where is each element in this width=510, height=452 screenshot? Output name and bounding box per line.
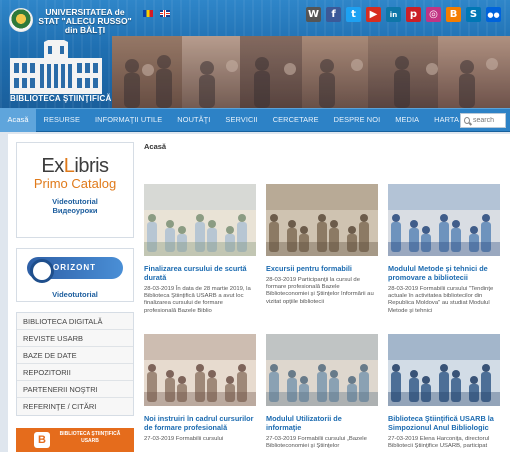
university-name[interactable]: UNIVERSITATEA de STAT "ALECU RUSSO" din … bbox=[36, 8, 134, 35]
nav-item-informa-ii-utile[interactable]: INFORMAŢII UTILE bbox=[87, 108, 169, 132]
sidebar-link[interactable]: REPOZITORII bbox=[17, 364, 133, 381]
nav-item-nout-i[interactable]: NOUTĂŢI bbox=[170, 108, 218, 132]
videotutorial-link[interactable]: Videotutorial bbox=[17, 197, 133, 206]
nav-item-home[interactable]: Acasă bbox=[0, 108, 37, 132]
sidebar-link[interactable]: REVISTE USARB bbox=[17, 330, 133, 347]
facebook-icon[interactable]: f bbox=[326, 7, 341, 22]
blogger-icon[interactable]: B bbox=[446, 7, 461, 22]
header-photo-banner bbox=[112, 36, 510, 108]
news-photo[interactable] bbox=[388, 184, 500, 256]
news-photo[interactable] bbox=[266, 184, 378, 256]
orizont-logo-text: ORIZONT bbox=[53, 263, 96, 272]
sidebar-links: BIBLIOTECA DIGITALĂ REVISTE USARB BAZE DE … bbox=[16, 312, 134, 416]
main-column: Acasă Finalizarea cursului de scurtă dur… bbox=[144, 142, 510, 449]
news-photo[interactable] bbox=[144, 184, 256, 256]
linkedin-icon[interactable]: in bbox=[386, 7, 401, 22]
banner-people-icon bbox=[112, 36, 510, 108]
nav-item-resurse[interactable]: RESURSE bbox=[36, 108, 87, 132]
news-excerpt: 28-03-2019 În data de 28 martie 2019, la… bbox=[144, 286, 251, 314]
search-icon[interactable] bbox=[464, 117, 470, 124]
youtube-icon[interactable]: ▶ bbox=[366, 7, 381, 22]
news-excerpt: 28-03-2019 Formabilii cursului "Tendinţe… bbox=[388, 286, 494, 314]
library-building-logo bbox=[10, 40, 102, 94]
slideshare-icon[interactable]: S bbox=[466, 7, 481, 22]
news-title[interactable]: Noi instruiri în cadrul cursurilor de fo… bbox=[144, 414, 256, 432]
sidebar-link[interactable]: BIBLIOTECA DIGITALĂ bbox=[17, 313, 133, 330]
library-title: BIBLIOTECA ŞTIINŢIFICĂ bbox=[10, 94, 112, 103]
blog-banner[interactable]: B BIBLIOTECA ŞTIINŢIFICĂ USARB bbox=[16, 428, 134, 452]
news-excerpt: 27-03-2019 Formabilii cursului „Bazele B… bbox=[266, 436, 367, 450]
university-logo[interactable] bbox=[9, 8, 33, 32]
site-header: UNIVERSITATEA de STAT "ALECU RUSSO" din … bbox=[0, 0, 510, 108]
blogger-icon: B bbox=[34, 432, 50, 448]
exlibris-catalog-banner[interactable]: ExLibris Primo Catalog Videotutorial Вид… bbox=[16, 142, 134, 238]
instagram-icon[interactable]: ◎ bbox=[426, 7, 441, 22]
main-navigation: Acasă RESURSE INFORMAŢII UTILE NOUTĂŢI SERVI… bbox=[0, 108, 510, 132]
sidebar-link[interactable]: PARTENERII NOŞTRI bbox=[17, 381, 133, 398]
news-title[interactable]: Finalizarea cursului de scurtă durată bbox=[144, 264, 256, 282]
videotutorial-ru-link[interactable]: Видеоуроки bbox=[17, 206, 133, 215]
flickr-icon[interactable]: ●● bbox=[486, 7, 501, 22]
news-excerpt: 28-03-2019 Participanţii la cursul de fo… bbox=[266, 277, 374, 305]
news-title[interactable]: Excursii pentru formabili bbox=[266, 264, 378, 273]
english-flag-icon[interactable] bbox=[160, 10, 171, 17]
twitter-icon[interactable]: t bbox=[346, 7, 361, 22]
nav-item-despre-noi[interactable]: DESPRE NOI bbox=[326, 108, 388, 132]
breadcrumb[interactable]: Acasă bbox=[144, 142, 510, 151]
orizont-catalog-banner[interactable]: ORIZONT Videotutorial bbox=[16, 248, 134, 302]
news-photo[interactable] bbox=[388, 334, 500, 406]
orizont-videotutorial-link[interactable]: Videotutorial bbox=[17, 290, 133, 299]
wikipedia-icon[interactable]: W bbox=[306, 7, 321, 22]
sidebar-link[interactable]: BAZE DE DATE bbox=[17, 347, 133, 364]
news-title[interactable]: Modulul Utilizatorii de informaţie bbox=[266, 414, 378, 432]
orizont-logo[interactable]: ORIZONT bbox=[27, 257, 123, 283]
nav-item-cercetare[interactable]: CERCETARE bbox=[265, 108, 326, 132]
blog-banner-text: BIBLIOTECA ŞTIINŢIFICĂ USARB bbox=[59, 431, 121, 444]
page-content: ExLibris Primo Catalog Videotutorial Вид… bbox=[8, 134, 510, 452]
primo-catalog-label[interactable]: Primo Catalog bbox=[17, 176, 133, 191]
search-input[interactable] bbox=[473, 117, 505, 124]
pinterest-icon[interactable]: p bbox=[406, 7, 421, 22]
news-title[interactable]: Biblioteca Ştiinţifică USARB la Simpozio… bbox=[388, 414, 500, 432]
news-photo[interactable] bbox=[266, 334, 378, 406]
social-icons: Wf t ▶ in p ◎ B S ●● bbox=[306, 7, 506, 22]
exlibris-logo[interactable]: ExLibris bbox=[17, 155, 133, 178]
news-title[interactable]: Modulul Metode şi tehnici de promovare a… bbox=[388, 264, 500, 282]
news-excerpt: 27-03-2019 Elena Harconiţa, directorul B… bbox=[388, 436, 490, 450]
nav-item-media[interactable]: MEDIA bbox=[388, 108, 427, 132]
sidebar: ExLibris Primo Catalog Videotutorial Вид… bbox=[16, 142, 134, 452]
romanian-flag-icon[interactable] bbox=[143, 10, 153, 17]
search-box[interactable] bbox=[460, 113, 506, 128]
language-flags bbox=[143, 10, 173, 28]
news-photo[interactable] bbox=[144, 334, 256, 406]
news-excerpt: 27-03-2019 Formabilii cursului bbox=[144, 436, 224, 442]
nav-item-servicii[interactable]: SERVICII bbox=[218, 108, 265, 132]
sidebar-link[interactable]: REFERINŢE / CITĂRI bbox=[17, 398, 133, 415]
